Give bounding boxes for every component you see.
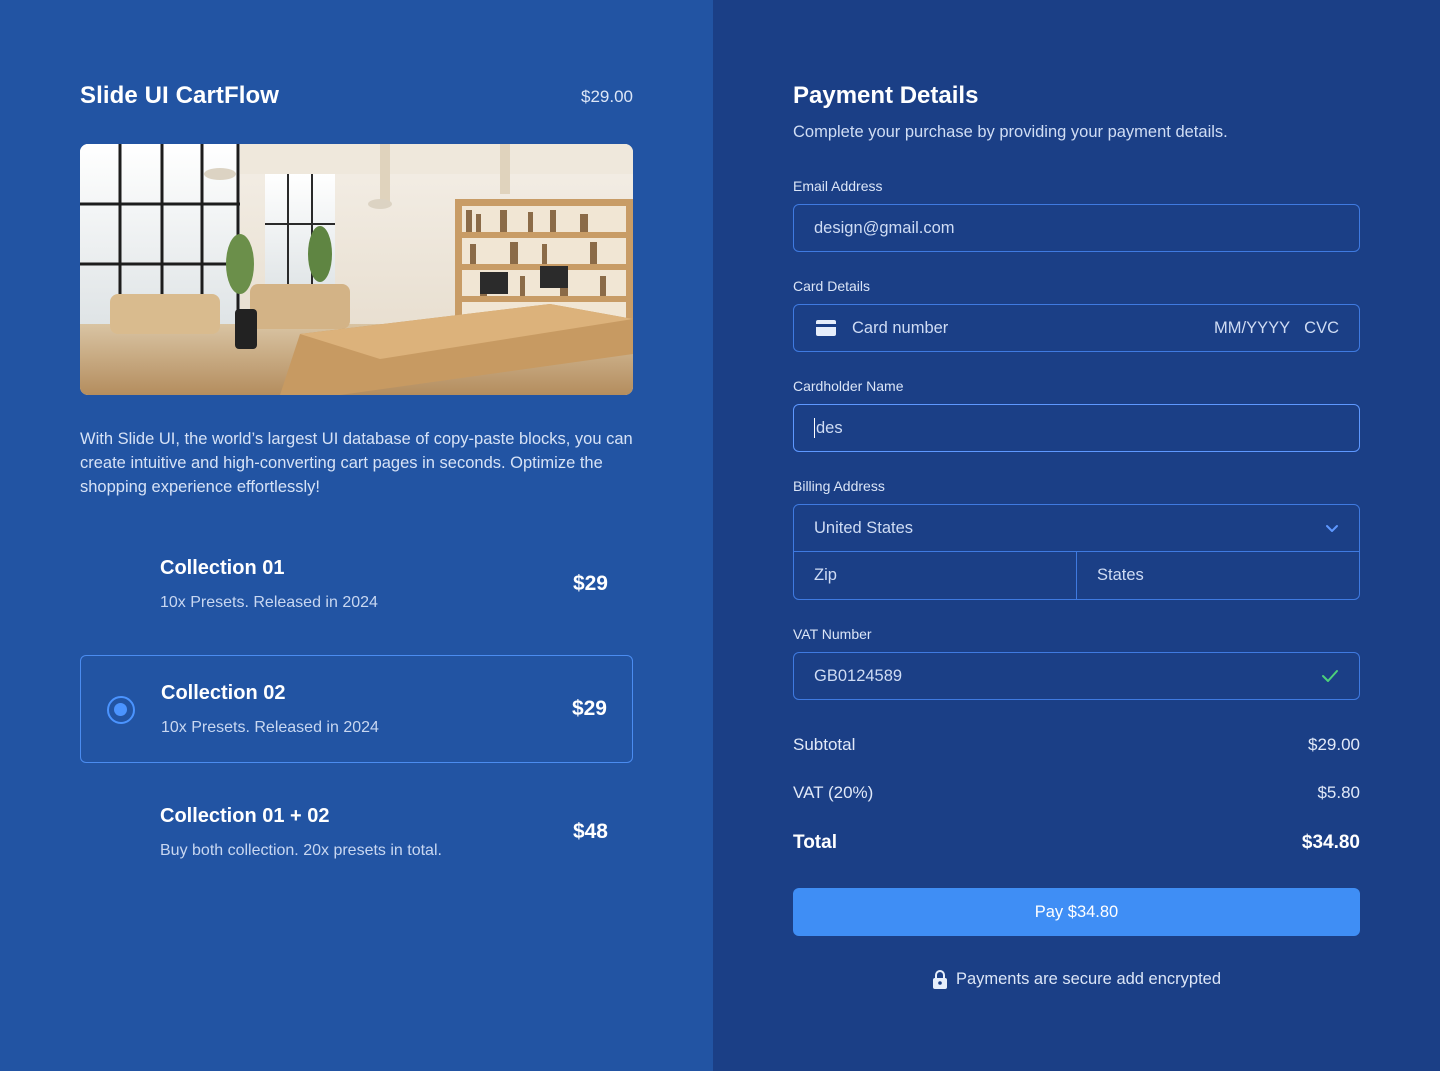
country-select[interactable]: United States: [794, 505, 1359, 552]
payment-title: Payment Details: [793, 82, 979, 109]
credit-card-icon: [816, 320, 836, 336]
product-price: $29.00: [581, 87, 633, 106]
text-caret: [814, 418, 815, 438]
email-field[interactable]: design@gmail.com: [793, 204, 1360, 252]
vat-row: VAT (20%) $5.80: [793, 783, 1360, 803]
subtotal-value: $29.00: [1308, 735, 1360, 754]
card-expiry-input[interactable]: MM/YYYY: [1214, 319, 1290, 338]
billing-address-label: Billing Address: [793, 478, 885, 494]
secure-note-text: Payments are secure add encrypted: [955, 970, 1222, 988]
card-details-field[interactable]: Card number MM/YYYY CVC: [793, 304, 1360, 352]
zip-placeholder: Zip: [814, 566, 837, 584]
cardholder-value: des: [816, 418, 843, 437]
option-subtitle: Buy both collection. 20x presets in tota…: [160, 842, 442, 859]
subtotal-row: Subtotal $29.00: [793, 735, 1360, 755]
vat-label: VAT (20%): [793, 783, 874, 802]
product-description: With Slide UI, the world’s largest UI da…: [80, 430, 633, 496]
billing-address-group: United States Zip States: [793, 504, 1360, 600]
product-title: Slide UI CartFlow: [80, 82, 280, 109]
payment-panel: Payment Details Complete your purchase b…: [713, 0, 1440, 1071]
option-collection-bundle[interactable]: Collection 01 + 02 Buy both collection. …: [80, 779, 633, 887]
option-collection-01[interactable]: Collection 01 10x Presets. Released in 2…: [80, 531, 633, 639]
card-details-label: Card Details: [793, 278, 871, 294]
chevron-down-icon: [1326, 524, 1338, 532]
product-hero-image: [80, 144, 633, 395]
total-label: Total: [793, 832, 837, 853]
option-title: Collection 02: [161, 682, 286, 704]
country-value: United States: [814, 518, 914, 537]
state-placeholder: States: [1097, 566, 1144, 584]
payment-subtitle: Complete your purchase by providing your…: [793, 123, 1228, 141]
option-title: Collection 01 + 02: [160, 805, 330, 827]
radio-selected-icon[interactable]: [107, 696, 135, 724]
option-subtitle: 10x Presets. Released in 2024: [160, 594, 378, 611]
subtotal-label: Subtotal: [793, 735, 856, 754]
total-value: $34.80: [1301, 832, 1360, 853]
cardholder-field[interactable]: des: [793, 404, 1360, 452]
card-cvc-input[interactable]: CVC: [1304, 319, 1339, 338]
cardholder-label: Cardholder Name: [793, 378, 904, 394]
option-title: Collection 01: [160, 557, 285, 579]
vat-number-label: VAT Number: [793, 626, 872, 642]
pay-button[interactable]: Pay $34.80: [793, 888, 1360, 936]
vat-number-value: GB0124589: [814, 666, 903, 685]
product-panel: Slide UI CartFlow $29.00 With Slide UI, …: [0, 0, 713, 1071]
vat-value: $5.80: [1317, 783, 1360, 802]
option-subtitle: 10x Presets. Released in 2024: [161, 719, 379, 736]
option-price: $29: [571, 697, 607, 720]
card-number-input[interactable]: Card number: [852, 319, 1214, 338]
option-collection-02[interactable]: Collection 02 10x Presets. Released in 2…: [80, 655, 633, 763]
secure-note: Payments are secure add encrypted: [793, 969, 1360, 990]
email-value: design@gmail.com: [814, 218, 955, 237]
vat-number-field[interactable]: GB0124589: [793, 652, 1360, 700]
state-input[interactable]: States: [1076, 552, 1359, 599]
email-label: Email Address: [793, 178, 883, 194]
check-icon: [1322, 670, 1338, 682]
zip-input[interactable]: Zip: [794, 552, 1076, 599]
lock-icon: [932, 970, 947, 989]
option-price: $29: [572, 572, 608, 595]
option-price: $48: [572, 820, 608, 843]
total-row: Total $34.80: [793, 832, 1360, 854]
